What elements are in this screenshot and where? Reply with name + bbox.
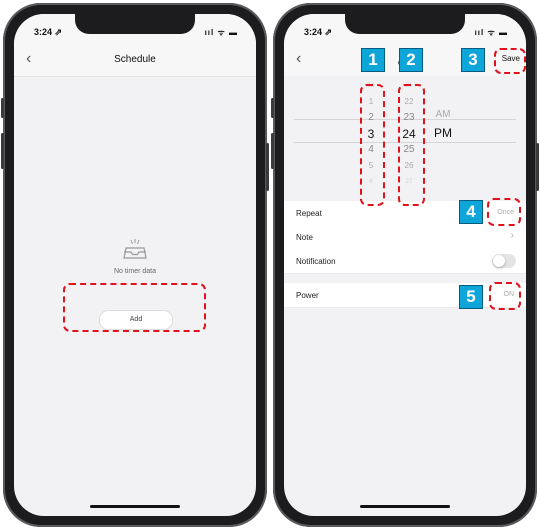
power-label: Power [296,291,319,300]
volume-up-button [1,133,4,169]
power-button [266,143,269,191]
mute-switch [1,98,4,118]
notification-toggle[interactable] [492,254,516,268]
highlight-repeat-value [487,198,521,226]
repeat-label: Repeat [296,209,322,218]
step-badge-2: 2 [399,48,423,72]
nav-bar: ‹ Schedule [14,44,256,77]
phone-frame-left: 3:24 ⇗ ııl ᯤ ▬ ‹ Schedule No timer data … [1,3,269,527]
empty-state-text: No timer data [113,268,157,275]
status-time: 3:24 ⇗ [304,27,333,37]
empty-inbox-icon [123,239,147,259]
note-label: Note [296,233,313,242]
volume-up-button [271,133,274,169]
highlight-save-button [494,48,526,74]
screen-schedule-empty: 3:24 ⇗ ııl ᯤ ▬ ‹ Schedule No timer data … [14,14,256,516]
status-time: 3:24 ⇗ [34,27,63,37]
status-icons: ııl ᯤ ▬ [474,28,508,37]
ampm-wheel[interactable]: AM PM [432,106,454,142]
pm-option[interactable]: PM [432,124,454,142]
highlight-power-value [489,282,521,310]
highlight-add-button [63,283,206,332]
back-chevron-icon[interactable]: ‹ [296,50,301,68]
notch [75,14,195,34]
step-badge-4: 4 [459,200,483,224]
power-button [536,143,539,191]
step-badge-5: 5 [459,285,483,309]
page-title: Schedule [114,54,156,65]
home-indicator [360,505,450,508]
chevron-right-icon: › [510,230,514,241]
notch [345,14,465,34]
notification-row: Notification [284,249,526,274]
step-badge-3: 3 [461,48,485,72]
phone-frame-right: 3:24 ⇗ ııl ᯤ ▬ ‹ dule Save 12123456 2122… [271,3,539,527]
step-badge-1: 1 [361,48,385,72]
note-row[interactable]: Note › [284,225,526,250]
highlight-minute-wheel [398,84,425,206]
mute-switch [271,98,274,118]
highlight-hour-wheel [360,84,385,206]
home-indicator [90,505,180,508]
am-option[interactable]: AM [432,106,454,124]
status-icons: ııl ᯤ ▬ [204,28,238,37]
notification-label: Notification [296,257,336,266]
